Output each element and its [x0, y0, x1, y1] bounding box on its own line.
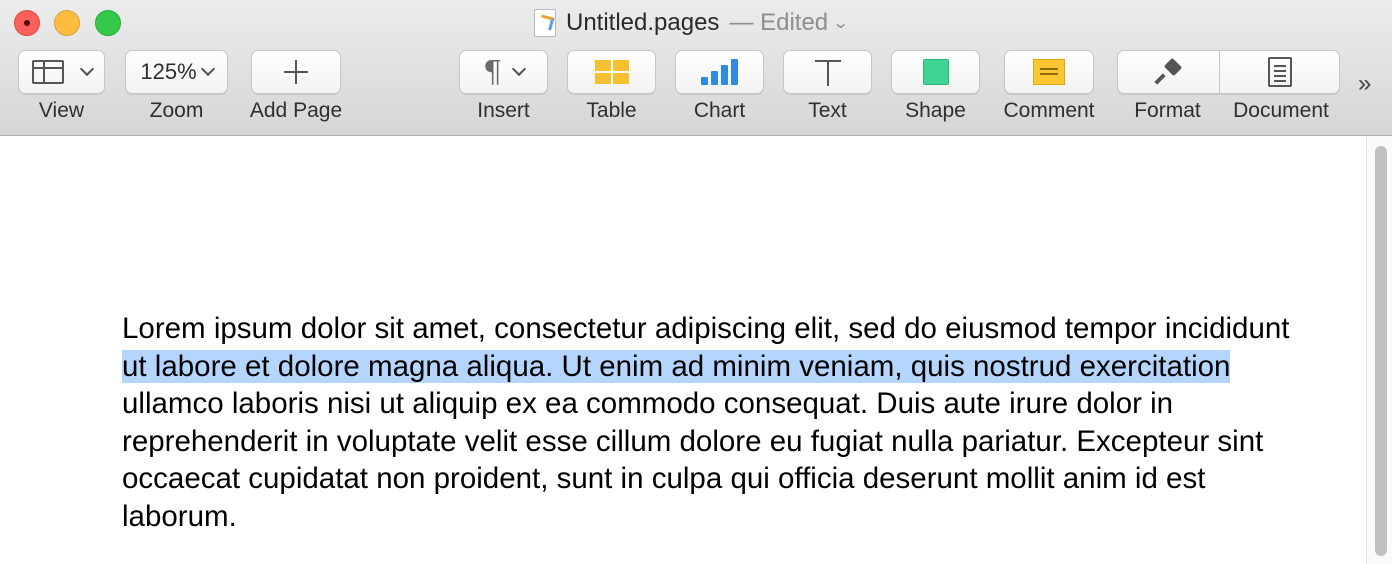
zoom-popup-button[interactable]: 125%	[125, 50, 228, 94]
table-button[interactable]	[567, 50, 656, 94]
zoom-value: 125%	[140, 59, 197, 84]
text-box-icon	[814, 58, 841, 86]
view-label: View	[38, 99, 85, 122]
window-title[interactable]: Untitled.pages — Edited ⌄	[534, 6, 850, 40]
view-button[interactable]	[18, 50, 105, 94]
zoom-window-button[interactable]	[95, 10, 121, 36]
shape-label: Shape	[905, 99, 966, 122]
zoom-label: Zoom	[149, 99, 204, 122]
selected-text: ut labore et dolore magna aliqua. Ut eni…	[122, 349, 1231, 383]
edited-status: — Edited	[729, 9, 829, 36]
text-button[interactable]	[783, 50, 872, 94]
close-window-button[interactable]	[14, 10, 40, 36]
format-label: Format	[1134, 99, 1201, 122]
paintbrush-icon	[1156, 59, 1182, 85]
document-icon	[1267, 57, 1292, 87]
format-button[interactable]	[1118, 51, 1219, 93]
shape-button[interactable]	[891, 50, 980, 94]
toolbar: Untitled.pages — Edited ⌄ View 125% Zoom…	[0, 0, 1392, 136]
insert-button[interactable]: ¶	[459, 50, 548, 94]
document-button[interactable]	[1220, 51, 1339, 93]
chart-button[interactable]	[675, 50, 764, 94]
chevron-down-icon	[79, 61, 94, 77]
insert-label: Insert	[477, 99, 530, 122]
scrollbar-thumb[interactable]	[1375, 146, 1387, 556]
chart-label: Chart	[693, 99, 746, 122]
table-icon	[594, 60, 629, 84]
plus-icon	[284, 60, 308, 84]
body-paragraph[interactable]: Lorem ipsum dolor sit amet, consectetur …	[122, 310, 1302, 535]
vertical-scrollbar[interactable]	[1366, 136, 1392, 564]
table-label: Table	[586, 99, 637, 122]
pages-window: Untitled.pages — Edited ⌄ View 125% Zoom…	[0, 0, 1392, 564]
comment-button[interactable]	[1004, 50, 1094, 94]
chevron-down-icon: ⌄	[832, 15, 850, 32]
pilcrow-icon: ¶	[482, 54, 503, 90]
chevron-down-icon	[511, 61, 527, 77]
text-label: Text	[808, 99, 847, 122]
add-page-label: Add Page	[249, 99, 343, 122]
comment-label: Comment	[1003, 99, 1095, 122]
chevron-down-icon	[200, 61, 215, 77]
paragraph-text: ullamco laboris nisi ut aliquip ex ea co…	[122, 387, 1264, 533]
pages-document-icon	[534, 9, 556, 37]
document-label: Document	[1233, 99, 1329, 122]
document-title: Untitled.pages	[566, 9, 720, 36]
sticky-note-icon	[1033, 59, 1065, 85]
minimize-window-button[interactable]	[54, 10, 80, 36]
add-page-button[interactable]	[251, 50, 341, 94]
inspector-segmented-control	[1117, 50, 1340, 94]
paragraph-text: Lorem ipsum dolor sit amet, consectetur …	[122, 312, 1290, 345]
sidebar-view-icon	[31, 60, 64, 84]
square-shape-icon	[922, 59, 949, 85]
toolbar-overflow-button[interactable]: »	[1358, 70, 1371, 98]
bar-chart-icon	[701, 59, 738, 85]
